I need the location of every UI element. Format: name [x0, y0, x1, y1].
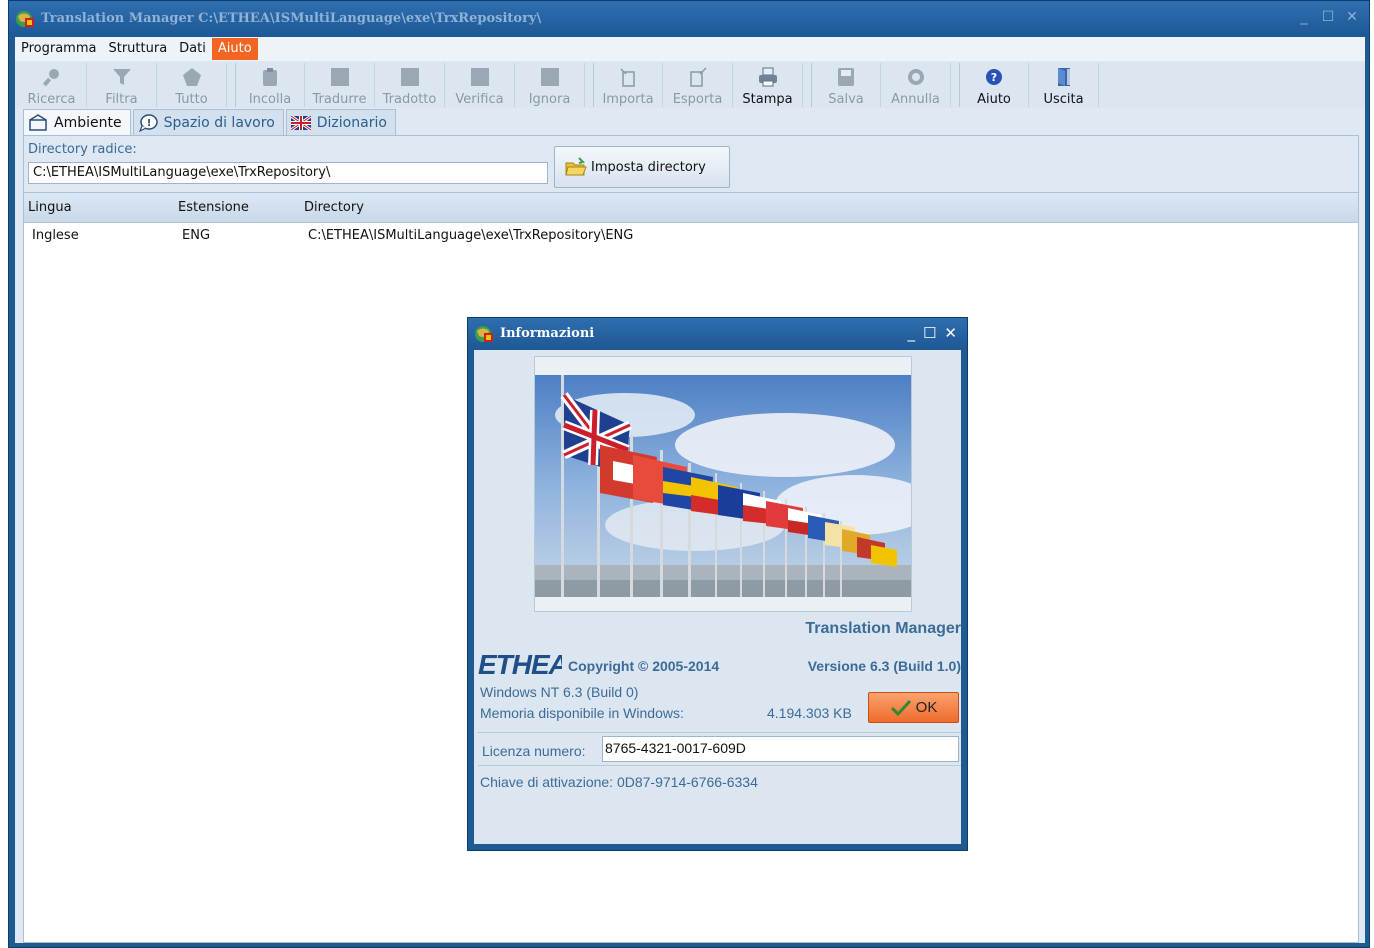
ignore-button[interactable]: Ignora	[515, 63, 585, 107]
import-icon	[618, 67, 638, 87]
maximize-icon[interactable]: ☐	[1321, 9, 1335, 25]
dialog-body: Translation Manager ETHEA Copyright © 20…	[474, 350, 961, 844]
translate-icon	[330, 67, 350, 87]
search-icon	[42, 67, 62, 87]
tab-strip: Ambiente ! Spazio di lavoro Dizionario	[23, 109, 398, 136]
paste-icon	[260, 67, 280, 87]
paste-button[interactable]: Incolla	[235, 63, 305, 107]
maximize-icon[interactable]: ☐	[923, 324, 936, 342]
tab-ambiente[interactable]: Ambiente	[23, 109, 131, 136]
ok-button[interactable]: OK	[868, 692, 959, 723]
save-icon	[836, 67, 856, 87]
os-info: Windows NT 6.3 (Build 0)	[480, 684, 639, 700]
svg-text:ETHEA: ETHEA	[478, 650, 562, 678]
menu-struttura[interactable]: Struttura	[102, 38, 173, 60]
cell-directory: C:\ETHEA\ISMultiLanguage\exe\TrxReposito…	[308, 227, 634, 243]
search-button[interactable]: Ricerca	[17, 63, 87, 107]
ignore-icon	[540, 67, 560, 87]
memory-label: Memoria disponibile in Windows:	[480, 705, 684, 721]
toolbar: Ricerca Filtra Tutto Incolla Tradurre Tr…	[15, 62, 1365, 108]
import-button[interactable]: Importa	[593, 63, 663, 107]
photo-frame	[534, 356, 912, 612]
export-button[interactable]: Esporta	[663, 63, 733, 107]
about-dialog: Informazioni _ ☐ ✕ Translation Manager E…	[467, 317, 968, 851]
folder-open-icon	[565, 157, 587, 176]
menu-bar: Programma Struttura Dati Aiuto	[15, 37, 1365, 61]
header-estensione[interactable]: Estensione	[174, 200, 300, 215]
window-title: Translation Manager C:\ETHEA\ISMultiLang…	[41, 11, 542, 26]
cancel-button[interactable]: Annulla	[881, 63, 951, 107]
translated-icon	[400, 67, 420, 87]
all-button[interactable]: Tutto	[157, 63, 227, 107]
minimize-icon[interactable]: _	[907, 324, 915, 342]
menu-aiuto[interactable]: Aiuto	[211, 38, 258, 60]
root-directory-label: Directory radice:	[28, 142, 137, 157]
set-directory-button[interactable]: Imposta directory	[554, 146, 730, 188]
cell-lingua: Inglese	[32, 227, 79, 243]
filter-icon	[112, 67, 132, 87]
header-lingua[interactable]: Lingua	[24, 200, 174, 215]
print-icon	[758, 67, 778, 87]
memory-value: 4.194.303 KB	[767, 705, 852, 721]
all-icon	[182, 67, 202, 87]
menu-programma[interactable]: Programma	[15, 38, 102, 60]
title-bar[interactable]: Translation Manager C:\ETHEA\ISMultiLang…	[9, 1, 1369, 37]
cancel-icon	[906, 67, 926, 87]
svg-text:?: ?	[991, 71, 997, 84]
tab-dizionario[interactable]: Dizionario	[285, 109, 396, 135]
close-icon[interactable]: ✕	[944, 324, 957, 342]
exit-button[interactable]: Uscita	[1029, 63, 1099, 107]
app-globe-icon	[475, 326, 493, 342]
uk-flag-icon	[290, 114, 311, 132]
verify-button[interactable]: Verifica	[445, 63, 515, 107]
export-icon	[688, 67, 708, 87]
tab-spazio-di-lavoro[interactable]: ! Spazio di lavoro	[132, 109, 284, 135]
checkmark-icon	[890, 699, 911, 716]
svg-text:!: !	[146, 118, 151, 129]
copyright-text: Copyright © 2005-2014	[568, 658, 720, 674]
verify-icon	[470, 67, 490, 87]
filter-button[interactable]: Filtra	[87, 63, 157, 107]
grid-header: Lingua Estensione Directory	[24, 193, 1358, 223]
workspace-icon: !	[138, 113, 158, 132]
dialog-title: Informazioni	[500, 326, 595, 341]
help-button[interactable]: ? Aiuto	[959, 63, 1029, 107]
product-name: Translation Manager	[805, 620, 961, 637]
dialog-title-bar[interactable]: Informazioni _ ☐ ✕	[468, 318, 967, 350]
app-globe-icon	[16, 11, 34, 27]
menu-dati[interactable]: Dati	[173, 38, 212, 60]
close-icon[interactable]: ✕	[1345, 9, 1359, 25]
translated-button[interactable]: Tradotto	[375, 63, 445, 107]
save-button[interactable]: Salva	[811, 63, 881, 107]
license-label: Licenza numero:	[482, 743, 586, 759]
header-directory[interactable]: Directory	[300, 200, 364, 215]
print-button[interactable]: Stampa	[733, 63, 803, 107]
flags-photo	[535, 375, 911, 597]
help-icon: ?	[984, 67, 1004, 87]
minimize-icon[interactable]: _	[1297, 9, 1311, 25]
translate-button[interactable]: Tradurre	[305, 63, 375, 107]
table-row[interactable]: Inglese ENG C:\ETHEA\ISMultiLanguage\exe…	[24, 223, 1358, 247]
license-input[interactable]: 8765-4321-0017-609D	[602, 736, 959, 762]
exit-icon	[1054, 67, 1074, 87]
activation-key: Chiave di attivazione: 0D87-9714-6766-63…	[480, 774, 758, 790]
version-text: Versione 6.3 (Build 1.0)	[807, 658, 961, 674]
ethea-logo: ETHEA	[478, 650, 562, 678]
environment-icon	[28, 114, 48, 132]
license-row: Licenza numero: 8765-4321-0017-609D	[478, 732, 961, 766]
root-directory-input[interactable]: C:\ETHEA\ISMultiLanguage\exe\TrxReposito…	[28, 162, 548, 184]
cell-estensione: ENG	[182, 227, 211, 243]
